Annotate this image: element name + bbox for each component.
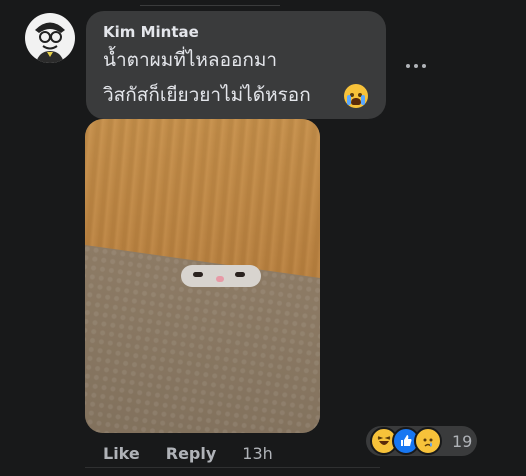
more-options-icon[interactable] bbox=[401, 58, 431, 74]
reactions-summary[interactable]: 19 bbox=[366, 426, 477, 456]
comment-text-line-1: น้ำตาผมที่ไหลออกมา bbox=[103, 49, 278, 71]
previous-thread-line bbox=[140, 0, 280, 6]
comment-photo[interactable] bbox=[85, 119, 320, 433]
avatar[interactable] bbox=[25, 13, 75, 63]
cat-under-door-image bbox=[181, 265, 261, 287]
like-button[interactable]: Like bbox=[103, 444, 140, 463]
comment-actions: Like Reply 13h bbox=[103, 444, 273, 463]
avatar-illustration bbox=[35, 22, 65, 63]
sad-reaction-icon bbox=[414, 427, 442, 455]
comment-text-line-2: วิสกัสก็เยียวยาไม่ได้หรอก bbox=[103, 84, 311, 106]
loudly-crying-emoji-icon bbox=[344, 84, 368, 108]
comment-author[interactable]: Kim Mintae bbox=[103, 23, 199, 41]
reply-button[interactable]: Reply bbox=[166, 444, 217, 463]
timestamp[interactable]: 13h bbox=[242, 444, 273, 463]
reaction-count: 19 bbox=[452, 431, 473, 451]
